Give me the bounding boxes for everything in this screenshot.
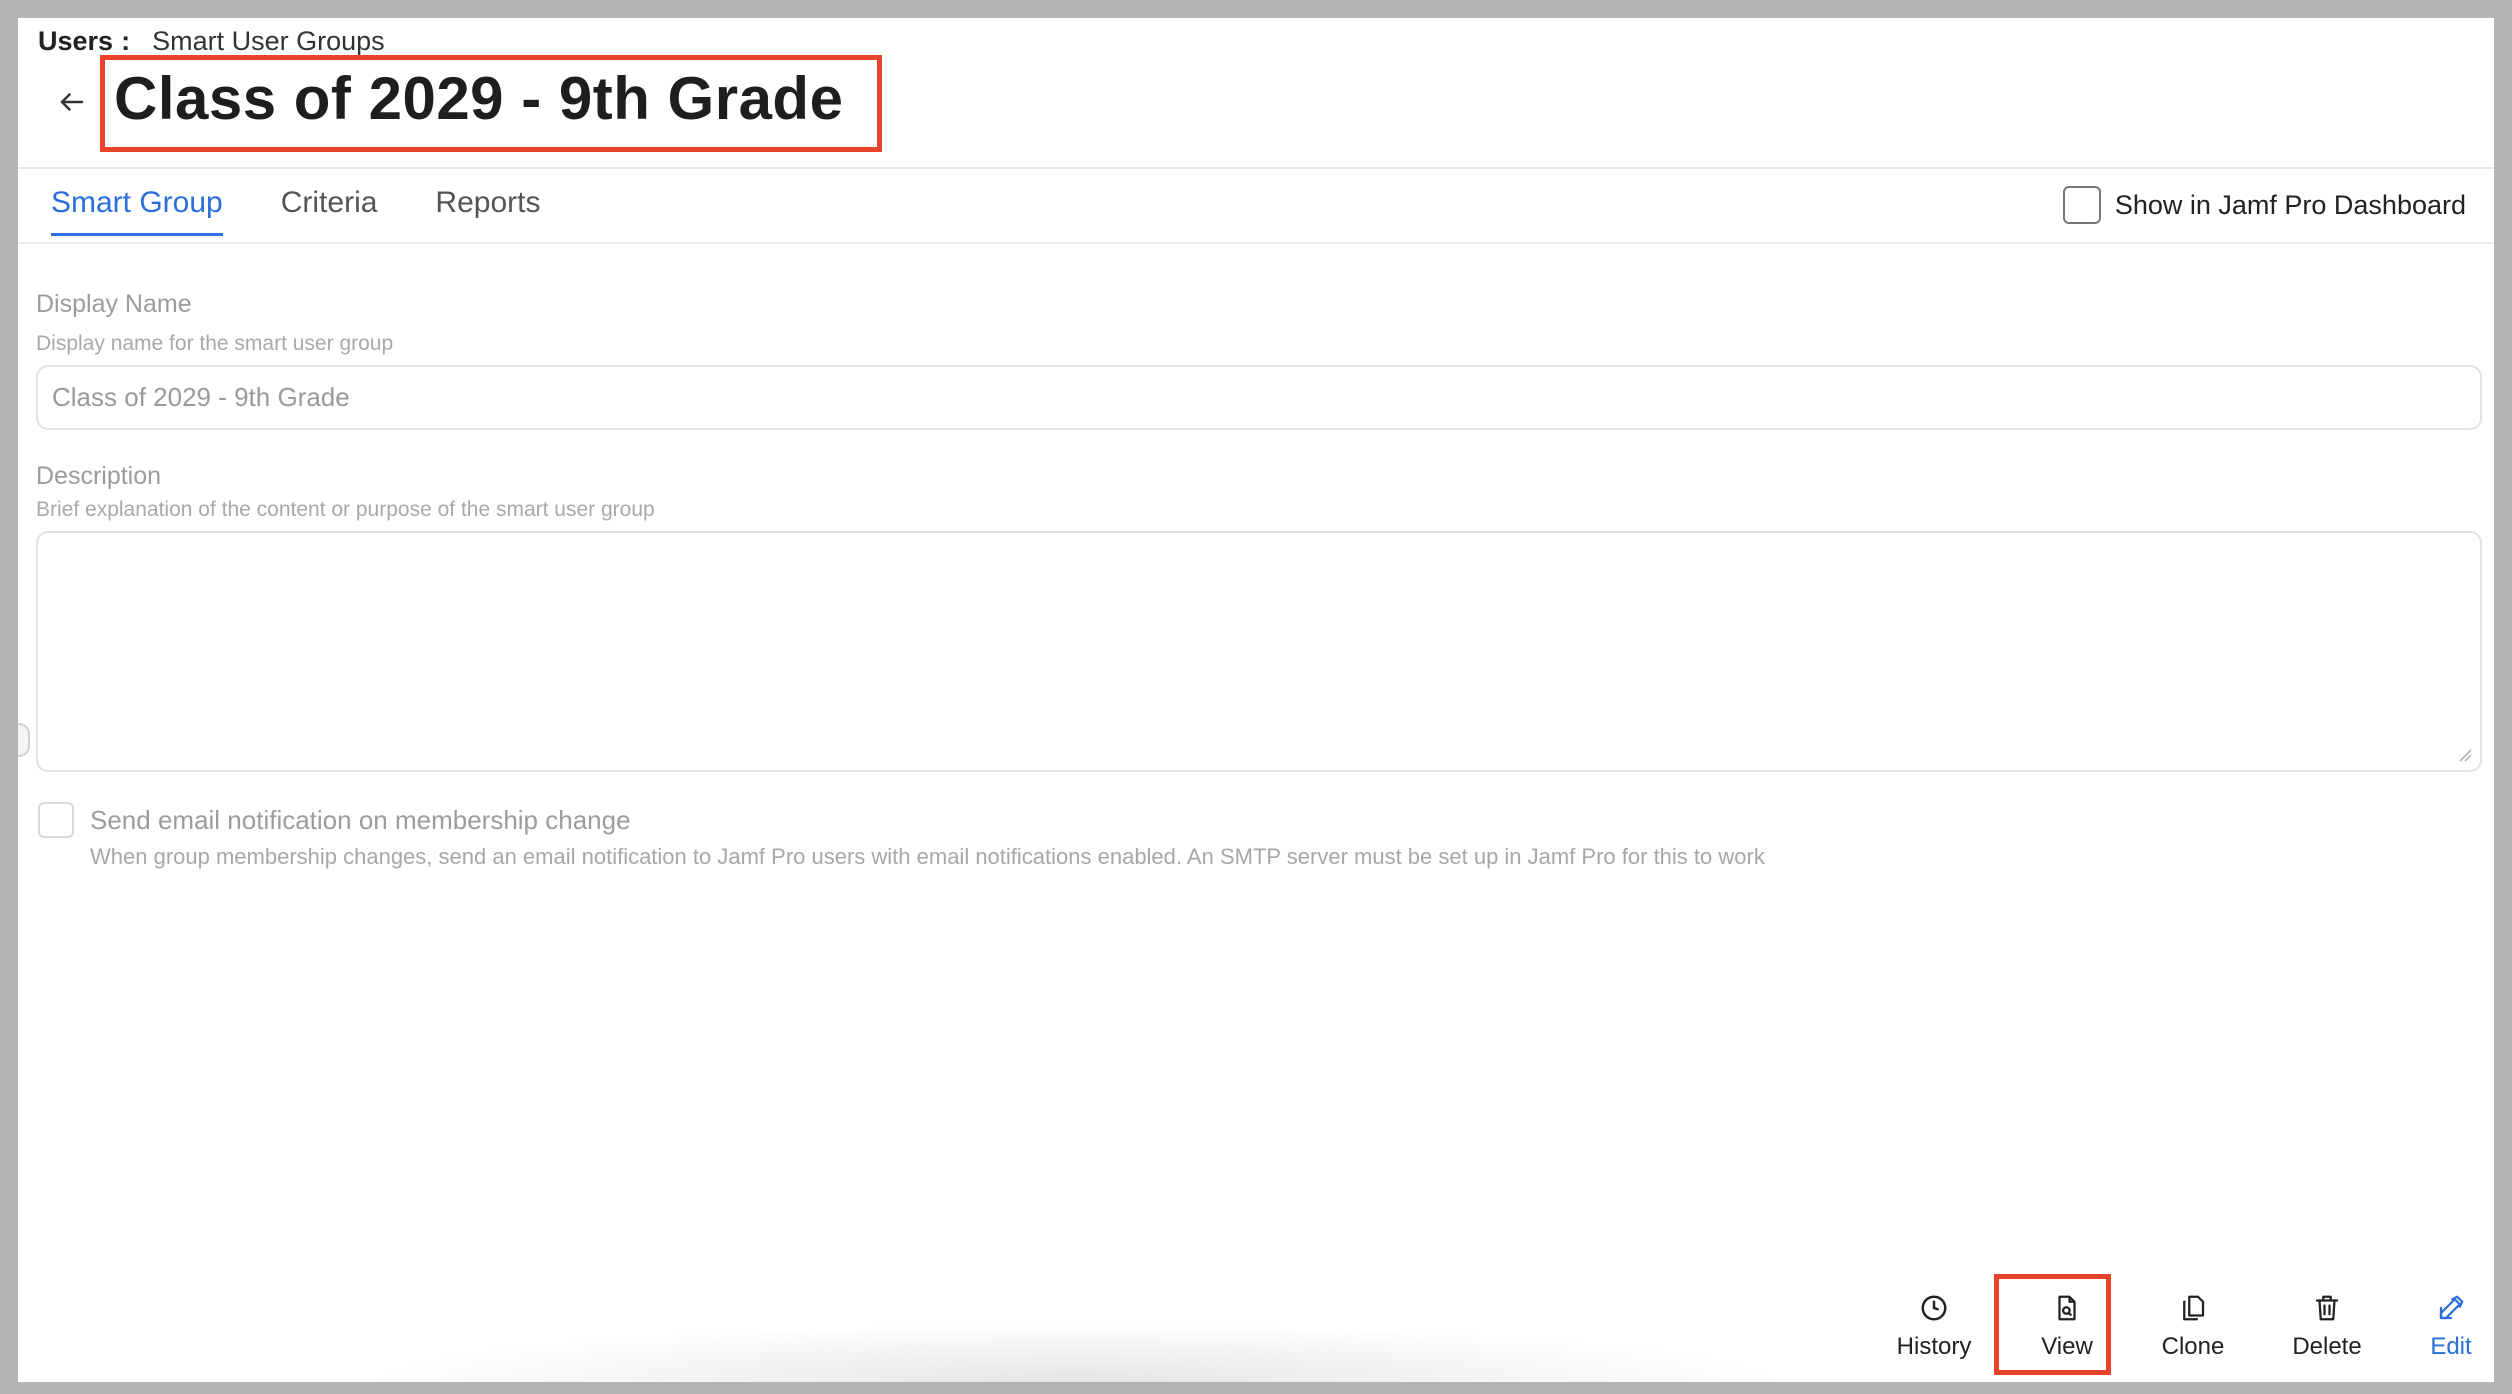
display-name-input[interactable] [36,365,2482,430]
resize-grip-icon[interactable] [2456,746,2472,762]
email-notification-option: Send email notification on membership ch… [38,802,1765,870]
delete-button[interactable]: Delete [2267,1293,2387,1361]
clock-icon [1921,1295,1947,1321]
arrow-left-icon [60,93,84,111]
view-highlight-box [1994,1274,2111,1375]
page-title: Class of 2029 - 9th Grade [114,65,844,132]
back-button[interactable] [48,78,96,126]
history-label: History [1896,1333,1972,1360]
breadcrumb-current[interactable]: Smart User Groups [152,26,385,57]
description-help: Brief explanation of the content or purp… [36,498,655,521]
clone-label: Clone [2161,1333,2225,1360]
email-notification-help: When group membership changes, send an e… [90,844,1765,869]
delete-label: Delete [2292,1333,2362,1360]
copy-icon [2183,1295,2205,1321]
show-in-dashboard-checkbox[interactable] [2062,186,2101,224]
email-notification-label: Send email notification on membership ch… [90,805,631,835]
tab-reports[interactable]: Reports [435,186,540,236]
description-textarea[interactable] [36,531,2482,772]
breadcrumb-separator: : [121,26,131,56]
history-button[interactable]: History [1874,1293,1994,1361]
trash-icon [2315,1295,2339,1321]
display-name-label: Display Name [36,290,192,318]
app-window: Users : Smart User Groups Class of 2029 … [18,18,2494,1382]
tabs-divider [18,242,2494,244]
footer-shadow [358,1322,1794,1382]
clone-button[interactable]: Clone [2133,1293,2253,1361]
display-name-help: Display name for the smart user group [36,332,394,355]
show-in-dashboard-label: Show in Jamf Pro Dashboard [2114,189,2466,220]
tab-bar: Smart Group Criteria Reports [51,186,540,236]
show-in-dashboard-toggle[interactable]: Show in Jamf Pro Dashboard [2062,186,2466,224]
pencil-icon [2439,1295,2464,1320]
header-divider [18,167,2494,169]
email-notification-checkbox[interactable] [38,802,74,838]
tab-smart-group[interactable]: Smart Group [51,186,223,236]
tab-criteria[interactable]: Criteria [281,186,378,236]
description-label: Description [36,462,162,490]
sidebar-collapse-handle[interactable] [18,723,30,757]
breadcrumb: Users : Smart User Groups [38,26,385,57]
edit-button[interactable]: Edit [2391,1293,2494,1361]
breadcrumb-root[interactable]: Users [38,26,113,57]
edit-label: Edit [2430,1333,2472,1360]
